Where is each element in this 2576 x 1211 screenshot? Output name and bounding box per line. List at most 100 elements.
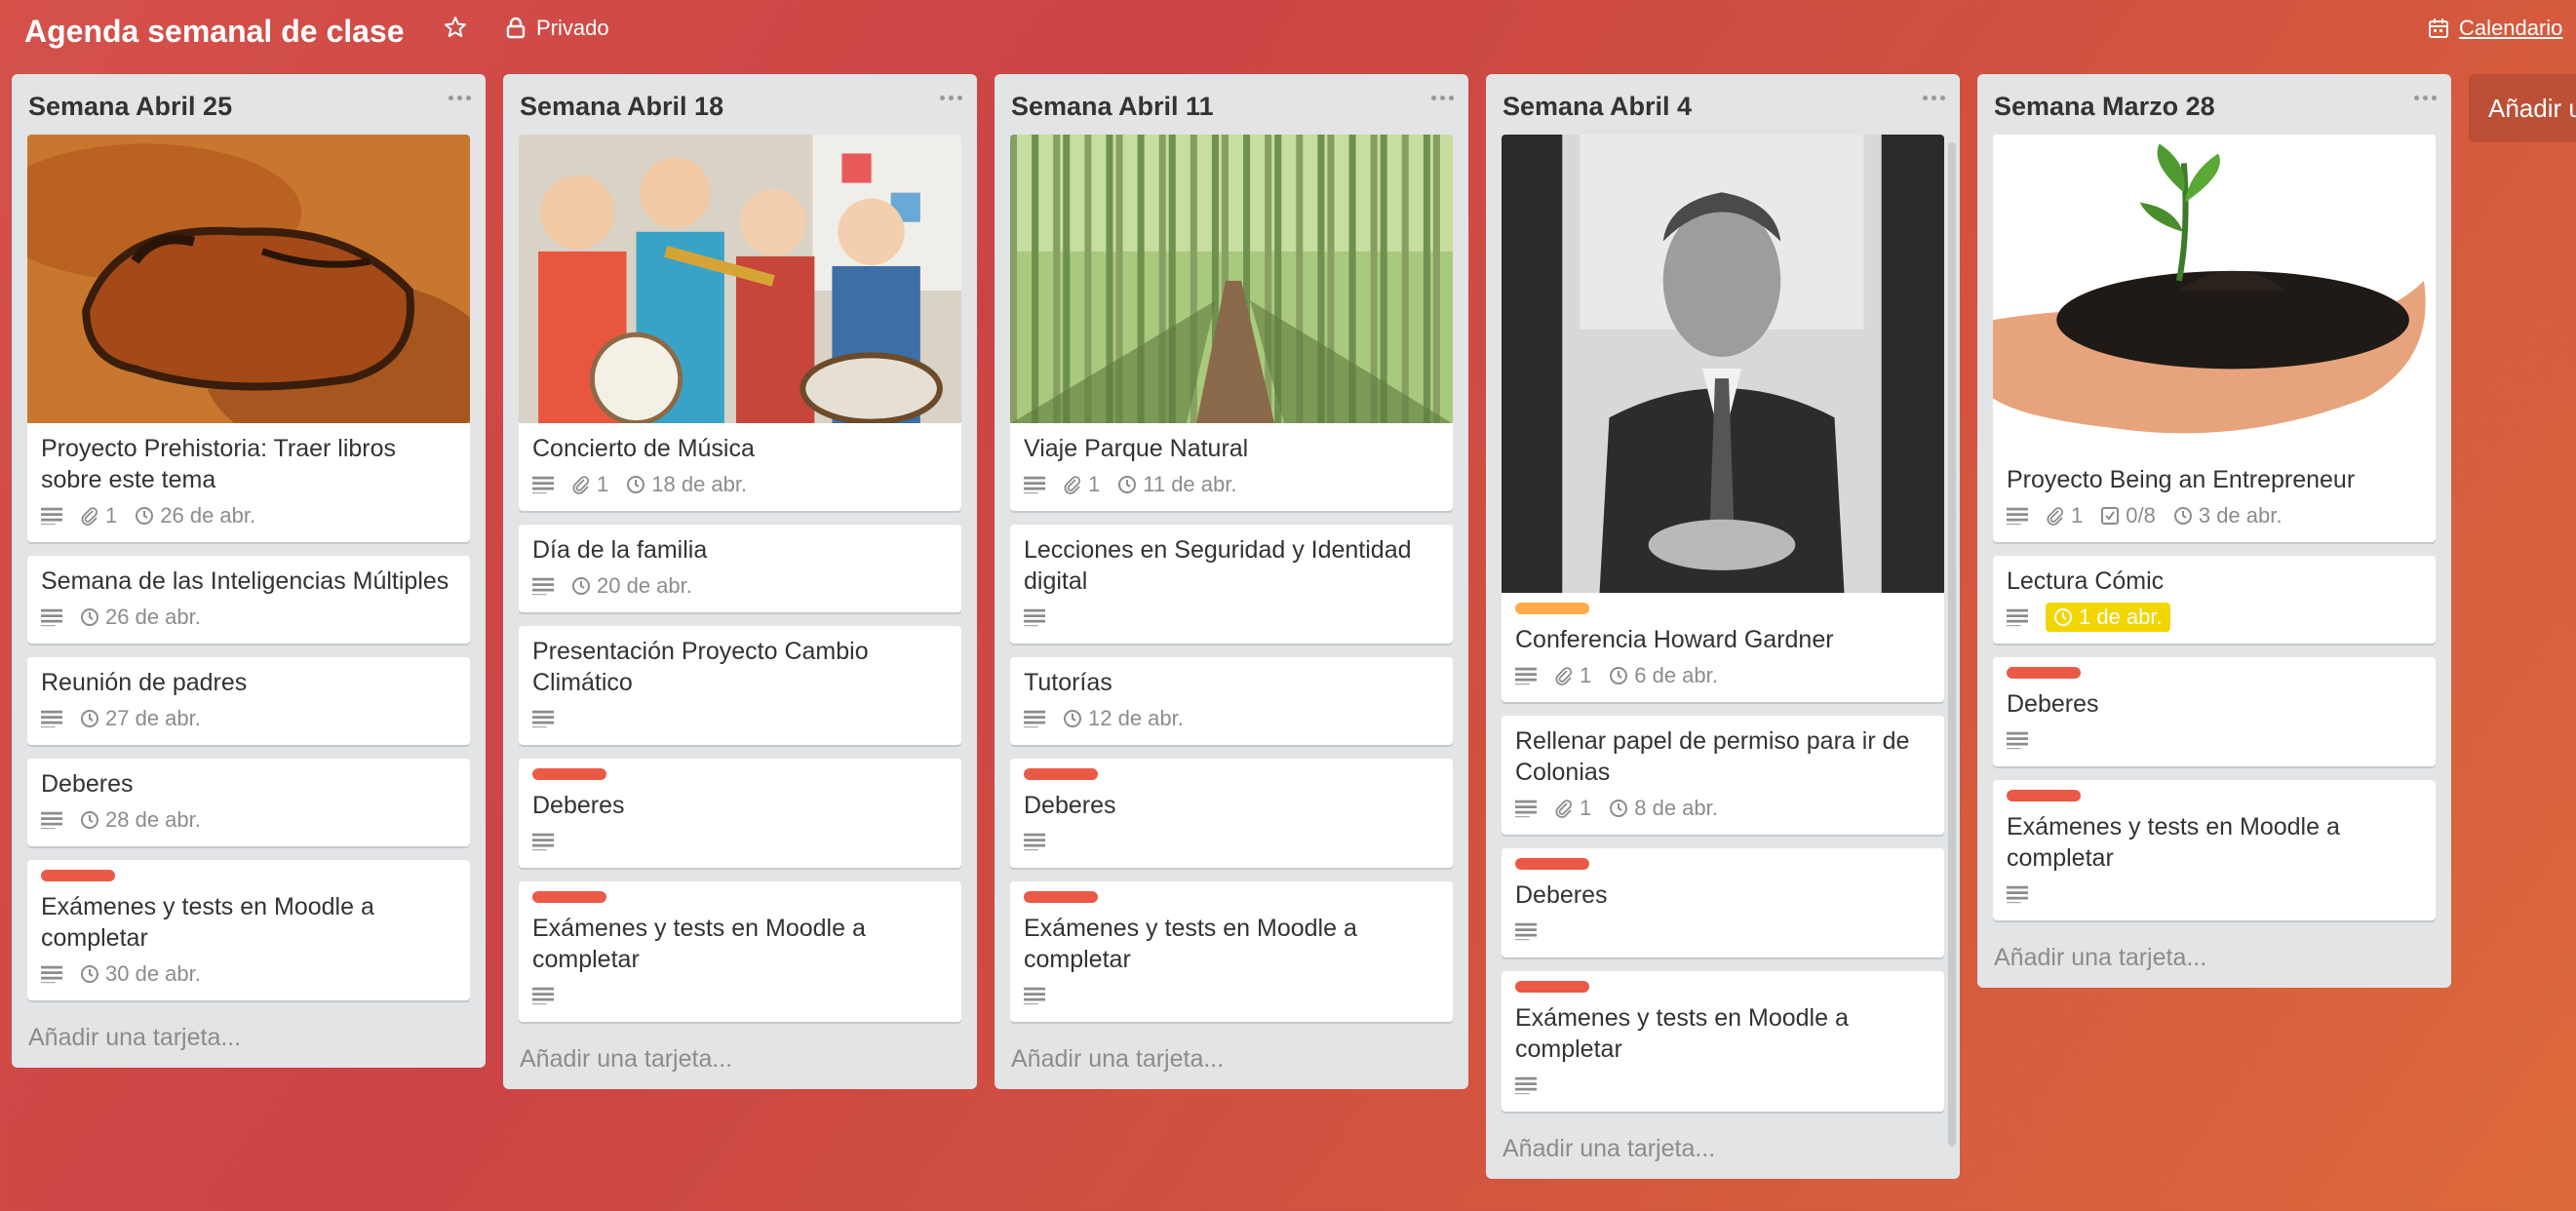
card[interactable]: Conferencia Howard Gardner 1 6 de abr. (1502, 135, 1944, 702)
star-button[interactable] (444, 16, 467, 39)
card-body: Viaje Parque Natural 1 11 de abr. (1010, 423, 1453, 511)
calendar-button[interactable]: Calendario (2428, 16, 2562, 41)
card[interactable]: Proyecto Prehistoria: Traer libros sobre… (27, 135, 470, 542)
card[interactable]: Concierto de Música 1 18 de abr. (519, 135, 961, 511)
card-label-red[interactable] (532, 891, 606, 903)
card-body: Presentación Proyecto Cambio Climático (519, 626, 961, 745)
description-icon (532, 831, 554, 852)
card[interactable]: Lecciones en Seguridad y Identidad digit… (1010, 525, 1453, 644)
add-list-button[interactable]: Añadir u (2469, 74, 2576, 142)
list-title[interactable]: Semana Marzo 28 (1994, 92, 2215, 122)
due-date: 11 de abr. (1143, 472, 1237, 496)
calendar-label: Calendario (2459, 16, 2563, 40)
add-card-button[interactable]: Añadir una tarjeta... (995, 1035, 1468, 1089)
clock-icon (1117, 475, 1137, 494)
card-title: Proyecto Being an Entrepreneur (2007, 466, 2356, 493)
description-icon (532, 708, 554, 729)
card-label-red[interactable] (532, 768, 606, 780)
visibility-button[interactable]: Privado (505, 16, 609, 41)
card[interactable]: Deberes 28 de abr. (27, 759, 470, 846)
card-title: Tutorías (1024, 669, 1112, 696)
card-badges: 26 de abr. (41, 603, 456, 632)
card-label-red[interactable] (2007, 667, 2081, 679)
card-badges: 12 de abr. (1024, 704, 1439, 733)
card[interactable]: Reunión de padres 27 de abr. (27, 657, 470, 745)
due-date-badge: 26 de abr. (135, 503, 255, 528)
card-title: Exámenes y tests en Moodle a completar (532, 915, 866, 973)
clock-icon (80, 810, 99, 830)
description-icon (1515, 1074, 1537, 1096)
list-menu-icon[interactable] (1923, 96, 1946, 103)
card-cover-image (27, 135, 470, 423)
card-title: Concierto de Música (532, 435, 755, 462)
card-label-red[interactable] (1024, 768, 1098, 780)
clock-icon (1063, 709, 1082, 728)
card[interactable]: Deberes (1502, 848, 1944, 957)
card-label-red[interactable] (1024, 891, 1098, 903)
list-menu-icon[interactable] (1431, 96, 1455, 103)
card-title: Deberes (1024, 792, 1116, 819)
card-badges (1024, 981, 1439, 1010)
card-badges: 20 de abr. (532, 571, 948, 601)
card-label-red[interactable] (41, 870, 115, 881)
card-label-orange[interactable] (1515, 603, 1589, 614)
card[interactable]: Deberes (1993, 657, 2436, 766)
card[interactable]: Lectura Cómic 1 de abr. (1993, 556, 2436, 644)
card-body: Deberes (519, 759, 961, 868)
description-icon (2007, 729, 2028, 751)
card-label-red[interactable] (2007, 790, 2081, 801)
card-list: Concierto de Música 1 18 de abr. Día de la … (503, 135, 977, 1022)
card[interactable]: Semana de las Inteligencias Múltiples 26 … (27, 556, 470, 644)
attachment-icon (80, 506, 99, 526)
card[interactable]: Exámenes y tests en Moodle a completar (1010, 881, 1453, 1022)
lock-icon (505, 17, 527, 40)
card-body: Lectura Cómic 1 de abr. (1993, 556, 2436, 644)
list-menu-icon[interactable] (940, 96, 963, 103)
add-card-button[interactable]: Añadir una tarjeta... (1977, 934, 2451, 988)
attachment-icon (1554, 799, 1574, 818)
list: Semana Abril 4 Conferencia Howard Gardner… (1486, 74, 1960, 1179)
due-date-badge: 6 de abr. (1609, 663, 1718, 688)
card[interactable]: Exámenes y tests en Moodle a completar (1502, 971, 1944, 1112)
card[interactable]: Día de la familia 20 de abr. (519, 525, 961, 612)
card[interactable]: Presentación Proyecto Cambio Climático (519, 626, 961, 745)
card[interactable]: Proyecto Being an Entrepreneur 1 0/8 3 de a… (1993, 135, 2436, 542)
card[interactable]: Viaje Parque Natural 1 11 de abr. (1010, 135, 1453, 511)
card[interactable]: Rellenar papel de permiso para ir de Col… (1502, 716, 1944, 835)
card[interactable]: Deberes (1010, 759, 1453, 868)
due-date-badge: 27 de abr. (80, 706, 201, 731)
calendar-icon (2428, 18, 2449, 39)
list-title[interactable]: Semana Abril 18 (520, 92, 723, 122)
card[interactable]: Exámenes y tests en Moodle a completar (519, 881, 961, 1022)
clock-icon (80, 709, 99, 728)
card-badges: 1 26 de abr. (41, 501, 456, 530)
card[interactable]: Exámenes y tests en Moodle a completar 30… (27, 860, 470, 1000)
list-title[interactable]: Semana Abril 4 (1503, 92, 1692, 122)
card-label-red[interactable] (1515, 981, 1589, 993)
description-icon (41, 708, 62, 729)
list-title[interactable]: Semana Abril 11 (1011, 92, 1214, 122)
card[interactable]: Exámenes y tests en Moodle a completar (1993, 780, 2436, 920)
card-label-red[interactable] (1515, 858, 1589, 870)
board-title[interactable]: Agenda semanal de clase (24, 14, 405, 50)
list-menu-icon[interactable] (449, 96, 472, 103)
list: Semana Abril 11 Viaje Parque Natural 1 11 d… (995, 74, 1468, 1089)
add-card-button[interactable]: Añadir una tarjeta... (503, 1035, 977, 1089)
list-scrollbar[interactable] (1948, 142, 1956, 1147)
list-header: Semana Abril 25 (12, 74, 486, 135)
list-menu-icon[interactable] (2414, 96, 2438, 103)
add-card-button[interactable]: Añadir una tarjeta... (1486, 1125, 1960, 1179)
list-header: Semana Marzo 28 (1977, 74, 2451, 135)
card[interactable]: Deberes (519, 759, 961, 868)
card[interactable]: Tutorías 12 de abr. (1010, 657, 1453, 745)
due-date: 27 de abr. (105, 706, 201, 730)
card-title: Exámenes y tests en Moodle a completar (2007, 813, 2340, 872)
due-date-badge: 3 de abr. (2173, 503, 2282, 528)
card-cover-image (1502, 135, 1944, 593)
list: Semana Abril 25 Proyecto Prehistoria: Tra… (12, 74, 486, 1068)
attachment-icon (1554, 666, 1574, 685)
description-icon (1515, 665, 1537, 686)
add-card-button[interactable]: Añadir una tarjeta... (12, 1014, 486, 1068)
description-icon (2007, 883, 2028, 905)
list-title[interactable]: Semana Abril 25 (28, 92, 232, 122)
